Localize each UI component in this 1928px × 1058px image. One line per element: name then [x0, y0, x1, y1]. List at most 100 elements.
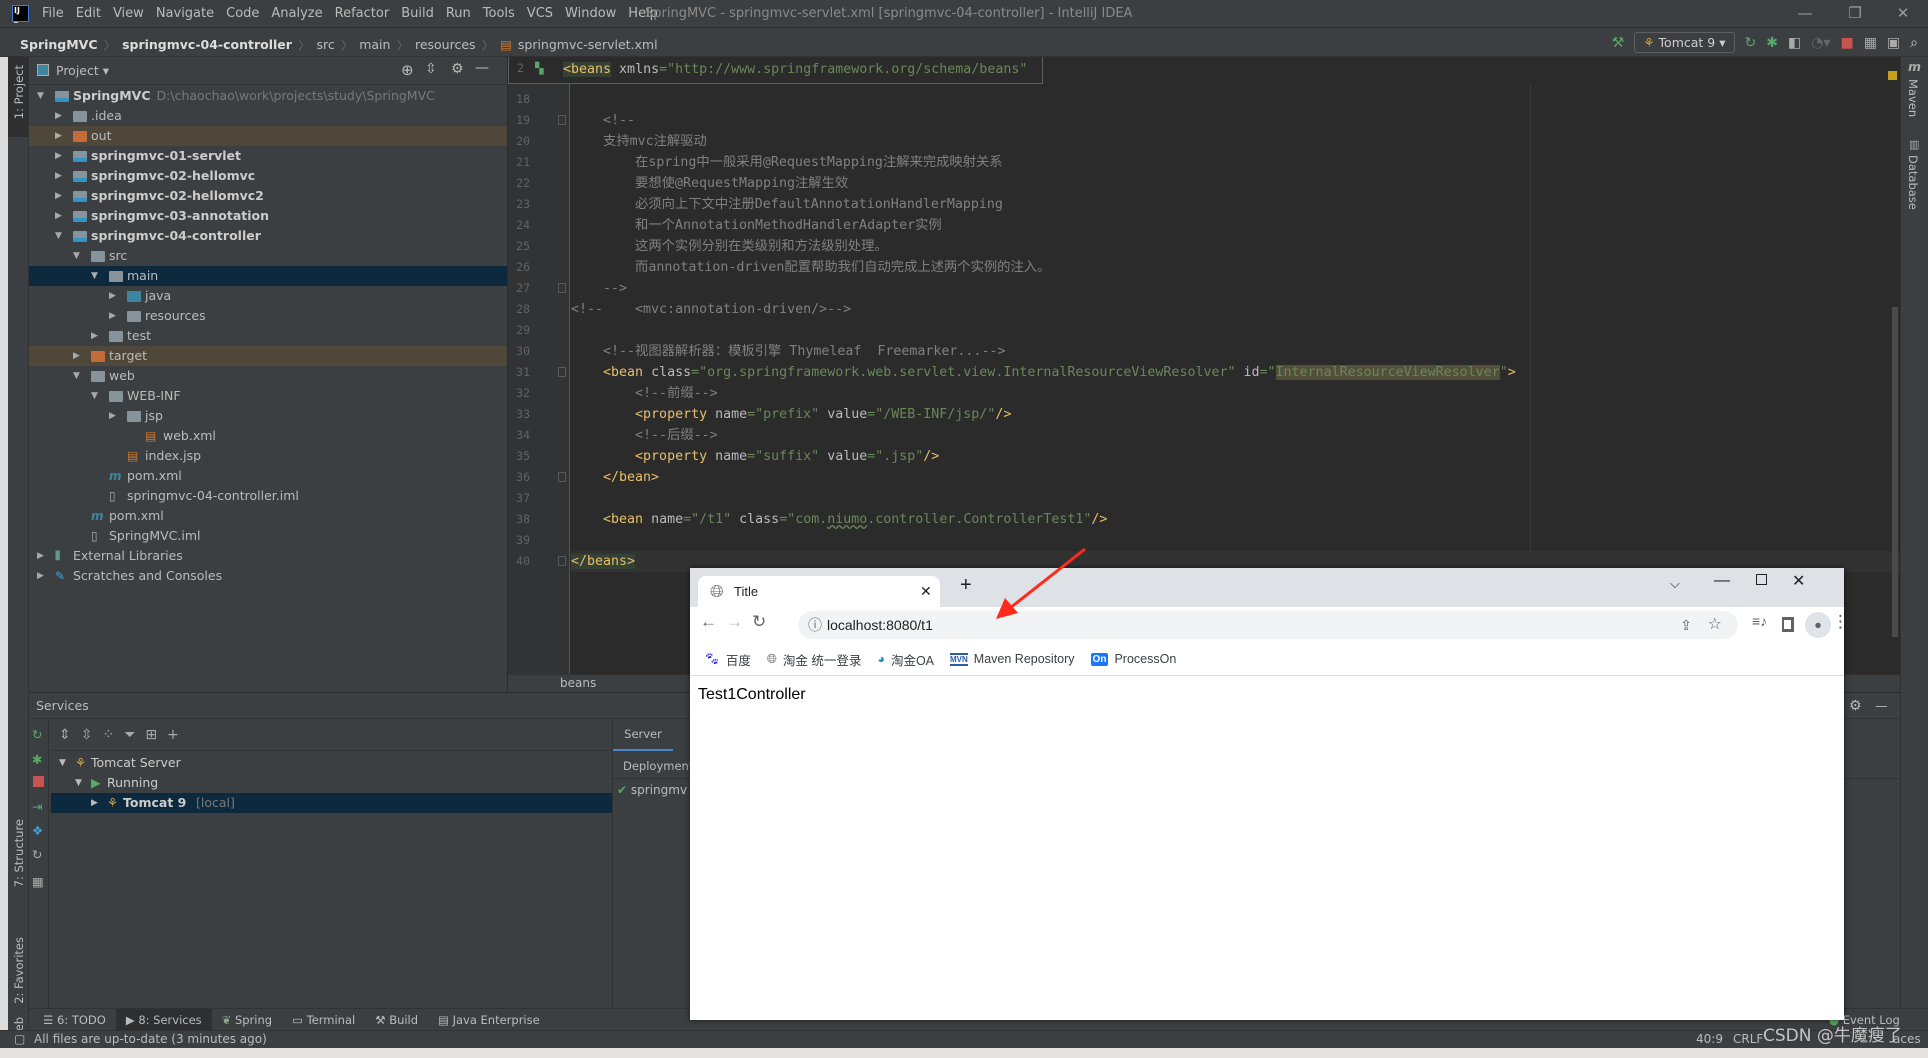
menu-window[interactable]: Window: [565, 6, 616, 21]
chevron-right-icon[interactable]: ▶: [73, 346, 80, 366]
tab-services[interactable]: ▶ 8: Services: [115, 1009, 212, 1030]
chevron-down-icon[interactable]: ▼: [37, 86, 44, 106]
crumb-src[interactable]: src: [316, 37, 334, 52]
menu-run[interactable]: Run: [446, 6, 471, 21]
tree-item[interactable]: ▶ springmvc-02-hellomvc: [29, 166, 507, 186]
tree-item[interactable]: m pom.xml: [29, 506, 507, 526]
editor-breadcrumb-beans[interactable]: beans: [560, 675, 596, 692]
fold-marker-icon[interactable]: [558, 115, 566, 125]
menu-code[interactable]: Code: [226, 6, 259, 21]
browser-minimize-button[interactable]: —: [1714, 572, 1730, 590]
tree-item[interactable]: ▶ jsp: [29, 406, 507, 426]
crumb-resources[interactable]: resources: [415, 37, 476, 52]
coverage-icon[interactable]: ◧: [1788, 35, 1801, 51]
url-text[interactable]: localhost:8080/t1: [827, 611, 933, 639]
add-service-icon[interactable]: +: [167, 727, 179, 743]
site-info-icon[interactable]: ⓘ: [808, 611, 822, 639]
menu-view[interactable]: View: [113, 6, 144, 21]
tree-item[interactable]: ▶ springmvc-01-servlet: [29, 146, 507, 166]
side-panel-icon[interactable]: [1782, 617, 1794, 632]
service-tree-item[interactable]: ▼ ▶ Running: [51, 773, 612, 793]
group-by-icon[interactable]: ⁘: [102, 727, 114, 743]
settings-gear-icon[interactable]: ⚙: [451, 61, 464, 77]
tab-search-icon[interactable]: ⌵: [1670, 576, 1680, 592]
menu-vcs[interactable]: VCS: [527, 6, 553, 21]
project-tool-button[interactable]: 1: Project: [12, 65, 26, 119]
chevron-right-icon[interactable]: ▶: [55, 166, 62, 186]
code-line[interactable]: <!--后缀-->: [571, 425, 1901, 446]
tree-item[interactable]: ▼ WEB-INF: [29, 386, 507, 406]
forward-icon[interactable]: →: [726, 612, 743, 632]
tree-item[interactable]: ▶ resources: [29, 306, 507, 326]
browser-close-button[interactable]: ✕: [1792, 571, 1805, 591]
stop-service-icon[interactable]: [33, 776, 44, 787]
tree-item[interactable]: m pom.xml: [29, 466, 507, 486]
bookmark-item[interactable]: 🐾︎ 百度: [704, 650, 751, 669]
status-toggle-icon[interactable]: ▢: [14, 1031, 25, 1048]
chevron-right-icon[interactable]: ▶: [109, 406, 116, 426]
fold-marker-icon[interactable]: [558, 556, 566, 566]
chevron-right-icon[interactable]: ▶: [55, 146, 62, 166]
chevron-down-icon[interactable]: ▼: [59, 753, 66, 773]
browser-maximize-button[interactable]: [1756, 574, 1767, 585]
chevron-right-icon[interactable]: ▶: [55, 186, 62, 206]
caret-position[interactable]: 40:9: [1696, 1031, 1723, 1048]
tree-item[interactable]: ▯ springmvc-04-controller.iml: [29, 486, 507, 506]
tree-item[interactable]: ▶ springmvc-02-hellomvc2: [29, 186, 507, 206]
new-tab-button[interactable]: +: [960, 574, 972, 597]
restore-button[interactable]: ❐: [1840, 4, 1870, 22]
tree-item[interactable]: ▤ index.jsp: [29, 446, 507, 466]
chevron-right-icon[interactable]: ▶: [109, 306, 116, 326]
tree-item[interactable]: ▶ out: [29, 126, 507, 146]
profile-avatar-icon[interactable]: ●: [1805, 612, 1831, 638]
chevron-right-icon[interactable]: ▶: [109, 286, 116, 306]
tree-item[interactable]: ▼ SpringMVC D:\chaochao\work\projects\stud…: [29, 86, 507, 106]
tree-item[interactable]: ▼ springmvc-04-controller: [29, 226, 507, 246]
tab-build[interactable]: ⚒ Build: [365, 1009, 428, 1030]
code-line[interactable]: 要想使@RequestMapping注解生效: [571, 173, 1901, 194]
tree-item[interactable]: ▶ ⦀ External Libraries: [29, 546, 507, 566]
rerun-service-icon[interactable]: ↻: [32, 727, 42, 742]
menu-edit[interactable]: Edit: [76, 6, 101, 21]
tab-terminal[interactable]: ▭ Terminal: [282, 1009, 365, 1030]
expand-all-icon[interactable]: ⇕: [59, 727, 71, 743]
structure-tool-button[interactable]: 7: Structure: [12, 819, 26, 887]
code-line[interactable]: [571, 89, 1901, 110]
chevron-down-icon[interactable]: ▼: [73, 366, 80, 386]
services-hide-icon[interactable]: —: [1875, 693, 1888, 719]
code-line[interactable]: <bean name="/t1" class="com.niumo.contro…: [571, 509, 1901, 530]
menu-analyze[interactable]: Analyze: [271, 6, 322, 21]
menu-refactor[interactable]: Refactor: [335, 6, 390, 21]
code-line[interactable]: <!--: [571, 110, 1901, 131]
code-line[interactable]: [571, 320, 1901, 341]
tree-item[interactable]: ▼ web: [29, 366, 507, 386]
browser-tab[interactable]: 🌐︎ Title ✕: [698, 576, 940, 607]
back-icon[interactable]: ←: [700, 612, 717, 632]
profile-icon[interactable]: ◔▾: [1811, 35, 1830, 51]
menu-file[interactable]: File: [42, 6, 64, 21]
layout-icon[interactable]: ▦: [32, 874, 44, 889]
project-structure-icon[interactable]: ▦: [1864, 35, 1877, 51]
chevron-right-icon[interactable]: ▶: [91, 793, 98, 813]
chevron-right-icon[interactable]: ▶: [37, 546, 44, 566]
tab-java-enterprise[interactable]: ▤ Java Enterprise: [428, 1009, 550, 1030]
run-configuration-select[interactable]: ⚘ Tomcat 9 ▾: [1634, 32, 1735, 53]
fold-marker-icon[interactable]: [558, 367, 566, 377]
service-tree-item[interactable]: ▼ ⚘ Tomcat Server: [51, 753, 612, 773]
chevron-down-icon[interactable]: ▼: [73, 246, 80, 266]
maven-tool-button[interactable]: Maven: [1906, 79, 1920, 117]
tree-layout-icon[interactable]: ❖: [32, 823, 43, 838]
bookmark-item[interactable]: 🌐︎ 淘金 统一登录: [767, 650, 862, 669]
tree-item[interactable]: ▶ .idea: [29, 106, 507, 126]
code-line[interactable]: </bean>: [571, 467, 1901, 488]
rerun-icon[interactable]: ↻: [1745, 35, 1757, 51]
refresh-icon[interactable]: ↻: [32, 847, 42, 862]
code-line[interactable]: <!--视图器解析器：模板引擎 Thymeleaf Freemarker...-…: [571, 341, 1901, 362]
stop-icon[interactable]: ■: [1840, 35, 1853, 51]
favorites-tool-button[interactable]: 2: Favorites: [12, 937, 26, 1004]
media-control-icon[interactable]: ≡♪: [1752, 613, 1767, 629]
code-line[interactable]: 在spring中一般采用@RequestMapping注解来完成映射关系: [571, 152, 1901, 173]
service-tree-item[interactable]: ▶ ⚘ Tomcat 9 [local]: [51, 793, 612, 813]
tree-item[interactable]: ▶ ✎ Scratches and Consoles: [29, 566, 507, 586]
code-line[interactable]: 支持mvc注解驱动: [571, 131, 1901, 152]
